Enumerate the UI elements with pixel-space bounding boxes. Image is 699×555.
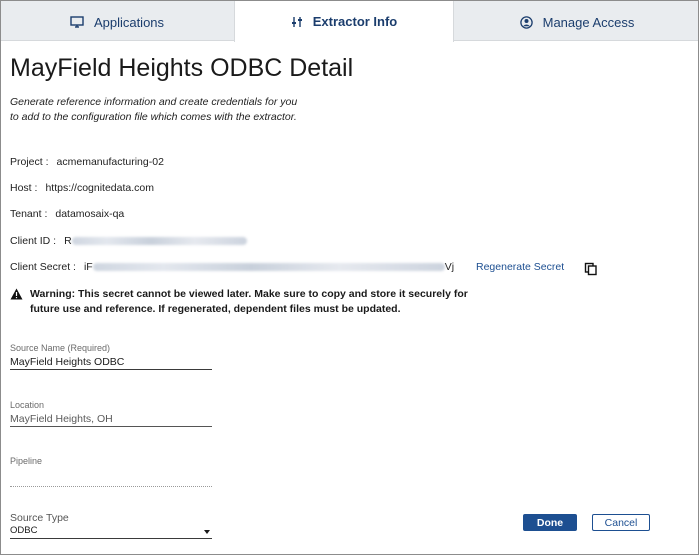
location-label: Location (10, 400, 45, 410)
tenant-label: Tenant : (10, 208, 48, 220)
client-id-row: Client ID : R (10, 235, 247, 247)
source-type-select[interactable]: ODBC (10, 525, 212, 539)
host-row: Host : https://cognitedata.com (10, 182, 154, 194)
pipeline-input[interactable] (10, 469, 212, 487)
regenerate-secret-link[interactable]: Regenerate Secret (476, 261, 564, 273)
tab-manage-access[interactable]: Manage Access (456, 3, 698, 41)
project-row: Project : acmemanufacturing-02 (10, 156, 164, 168)
chevron-down-icon (204, 530, 210, 534)
client-id-redacted (71, 237, 247, 246)
client-secret-prefix: iF (83, 261, 93, 273)
warning-message: Warning: This secret cannot be viewed la… (10, 287, 480, 316)
project-label: Project : (10, 156, 49, 168)
tab-bar: Applications Extractor Info Manage Acces… (1, 1, 698, 42)
source-type-label: Source Type (10, 512, 69, 524)
tab-label: Manage Access (542, 14, 635, 30)
pipeline-field: Pipeline (10, 456, 212, 487)
warning-text: Warning: This secret cannot be viewed la… (30, 288, 468, 315)
source-name-field: Source Name (Required) MayField Heights … (10, 343, 212, 370)
location-input[interactable]: MayField Heights, OH (10, 413, 212, 427)
sliders-icon (291, 16, 303, 28)
source-type-field: Source Type ODBC (10, 512, 212, 539)
pipeline-label: Pipeline (10, 456, 43, 466)
user-circle-icon (519, 15, 533, 29)
done-button[interactable]: Done (523, 514, 577, 531)
client-id-value: R (64, 235, 72, 247)
warning-icon (10, 288, 23, 305)
tab-applications[interactable]: Applications (1, 3, 233, 41)
location-field: Location MayField Heights, OH (10, 400, 212, 427)
tab-label: Extractor Info (312, 14, 398, 29)
client-secret-suffix: Vj (444, 261, 455, 273)
host-value: https://cognitedata.com (45, 182, 155, 194)
source-type-value: ODBC (10, 525, 38, 536)
project-value: acmemanufacturing-02 (56, 156, 164, 168)
cancel-button[interactable]: Cancel (592, 514, 650, 531)
tab-extractor-info[interactable]: Extractor Info (234, 1, 454, 42)
copy-icon[interactable] (584, 262, 598, 276)
client-secret-label: Client Secret : (10, 261, 76, 273)
monitor-icon (70, 16, 84, 28)
tenant-value: datamosaix-qa (55, 208, 125, 220)
client-id-label: Client ID : (10, 235, 57, 247)
host-label: Host : (10, 182, 38, 194)
source-name-input[interactable]: MayField Heights ODBC (10, 356, 212, 370)
tenant-row: Tenant : datamosaix-qa (10, 208, 124, 220)
client-secret-redacted (92, 263, 445, 272)
page-title: MayField Heights ODBC Detail (10, 54, 354, 82)
tab-label: Applications (93, 14, 165, 30)
page-description: Generate reference information and creat… (10, 96, 298, 123)
source-name-label: Source Name (Required) (10, 343, 111, 353)
client-secret-row: Client Secret : iF Vj (10, 261, 454, 273)
